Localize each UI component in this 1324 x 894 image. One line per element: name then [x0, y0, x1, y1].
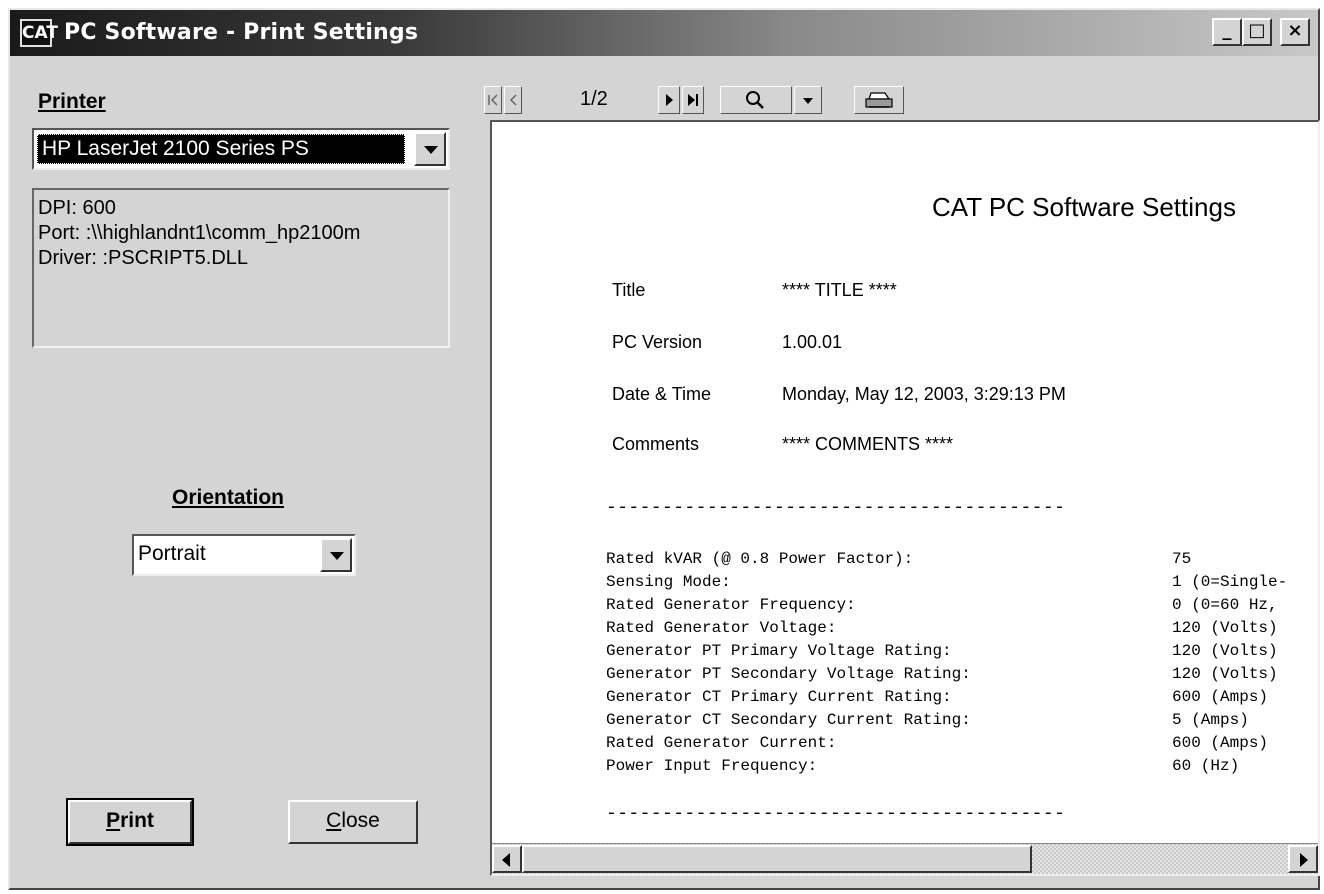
zoom-button[interactable]: [720, 86, 792, 114]
setting-row: Generator CT Primary Current Rating: 600 …: [606, 688, 1268, 708]
setting-value: 0 (0=60 Hz,: [1172, 596, 1278, 614]
setting-name: Generator PT Primary Voltage Rating:: [606, 642, 952, 660]
printer-select[interactable]: HP LaserJet 2100 Series PS: [32, 128, 450, 170]
setting-value: 75: [1172, 550, 1192, 568]
setting-row: Rated kVAR (@ 0.8 Power Factor): 75: [606, 550, 1191, 570]
setting-name: Power Input Frequency:: [606, 757, 818, 775]
setting-row: Generator PT Primary Voltage Rating: 120 …: [606, 642, 1278, 662]
setting-value: 600 (Amps): [1172, 688, 1269, 706]
setting-row: Rated Generator Frequency: 0 (0=60 Hz,: [606, 596, 1278, 616]
dropdown-icon: [803, 98, 813, 104]
setting-name: Rated Generator Frequency:: [606, 596, 856, 614]
printer-icon: [865, 92, 893, 108]
setting-name: Generator CT Primary Current Rating:: [606, 688, 952, 706]
setting-row: Generator CT Secondary Current Rating: 5 …: [606, 711, 1249, 731]
print-preview-button[interactable]: [854, 86, 904, 114]
next-page-icon[interactable]: [658, 86, 680, 114]
setting-name: Generator CT Secondary Current Rating:: [606, 711, 971, 729]
meta-label-datetime: Date & Time: [612, 384, 712, 404]
close-button[interactable]: Close: [288, 800, 418, 844]
print-mnemonic: P: [106, 809, 121, 832]
scroll-right-icon[interactable]: [1288, 845, 1318, 873]
printer-select-value: HP LaserJet 2100 Series PS: [37, 134, 405, 164]
separator-top: ----------------------------------------…: [606, 498, 1066, 518]
orientation-select-value: Portrait: [138, 542, 206, 565]
setting-row: Rated Generator Current: 600 (Amps): [606, 734, 1268, 754]
setting-name: Rated Generator Current:: [606, 734, 837, 752]
close-label-rest: lose: [341, 809, 380, 832]
scroll-left-icon[interactable]: [492, 845, 522, 873]
minimize-button[interactable]: _: [1212, 18, 1242, 46]
meta-value-comments: **** COMMENTS ****: [782, 434, 954, 454]
setting-name: Rated Generator Voltage:: [606, 619, 837, 637]
horizontal-scrollbar[interactable]: [492, 843, 1318, 874]
printer-dpi: DPI: 600: [38, 197, 116, 219]
last-page-icon[interactable]: [682, 86, 704, 114]
setting-name: Rated kVAR (@ 0.8 Power Factor):: [606, 550, 914, 568]
meta-value-title: **** TITLE ****: [782, 280, 897, 300]
separator-bottom: ----------------------------------------…: [606, 804, 1066, 824]
title-bar[interactable]: CAT PC Software - Print Settings _ □ ×: [10, 10, 1318, 56]
chevron-down-icon[interactable]: [414, 132, 446, 166]
setting-name: Generator PT Secondary Voltage Rating:: [606, 665, 971, 683]
setting-row: Power Input Frequency: 60 (Hz): [606, 757, 1239, 777]
meta-label-version: PC Version: [612, 332, 703, 352]
meta-value-datetime: Monday, May 12, 2003, 3:29:13 PM: [782, 384, 1066, 404]
setting-value: 120 (Volts): [1172, 665, 1278, 683]
printer-driver: Driver: :PSCRIPT5.DLL: [38, 247, 249, 269]
print-button[interactable]: Print: [66, 798, 194, 846]
prev-page-icon[interactable]: [504, 86, 522, 114]
setting-row: Rated Generator Voltage: 120 (Volts): [606, 619, 1278, 639]
chevron-down-icon[interactable]: [320, 538, 352, 572]
first-page-icon[interactable]: [484, 86, 502, 114]
orientation-select[interactable]: Portrait: [132, 534, 356, 576]
close-mnemonic: C: [326, 809, 342, 832]
setting-value: 120 (Volts): [1172, 619, 1278, 637]
printer-port: Port: :\\highlandnt1\comm_hp2100m: [38, 222, 361, 244]
setting-row: Sensing Mode: 1 (0=Single-: [606, 573, 1287, 593]
print-preview-pane[interactable]: CAT PC Software Settings Title **** TITL…: [490, 120, 1320, 876]
maximize-button[interactable]: □: [1242, 18, 1272, 46]
window-title: PC Software - Print Settings: [64, 20, 419, 45]
setting-value: 120 (Volts): [1172, 642, 1278, 660]
meta-label-title: Title: [612, 280, 646, 300]
setting-value: 60 (Hz): [1172, 757, 1240, 775]
orientation-label: Orientation: [172, 486, 285, 509]
setting-value: 5 (Amps): [1172, 711, 1249, 729]
magnifier-icon: [746, 91, 764, 109]
setting-row: Generator PT Secondary Voltage Rating: 12…: [606, 665, 1278, 685]
cat-logo-icon: CAT: [20, 19, 58, 47]
close-window-button[interactable]: ×: [1280, 18, 1310, 46]
document-title: CAT PC Software Settings: [932, 192, 1236, 222]
printer-info-box: DPI: 600 Port: :\\highlandnt1\comm_hp210…: [32, 188, 450, 348]
scrollbar-thumb[interactable]: [522, 845, 1032, 873]
printer-label: Printer: [38, 90, 106, 113]
setting-value: 600 (Amps): [1172, 734, 1269, 752]
zoom-dropdown-button[interactable]: [794, 86, 822, 114]
setting-value: 1 (0=Single-: [1172, 573, 1288, 591]
page-indicator: 1/2: [580, 88, 608, 110]
meta-value-version: 1.00.01: [782, 332, 843, 352]
print-settings-window: CAT PC Software - Print Settings _ □ × P…: [8, 8, 1320, 890]
print-label-rest: rint: [120, 809, 154, 832]
meta-label-comments: Comments: [612, 434, 700, 454]
setting-name: Sensing Mode:: [606, 573, 731, 591]
